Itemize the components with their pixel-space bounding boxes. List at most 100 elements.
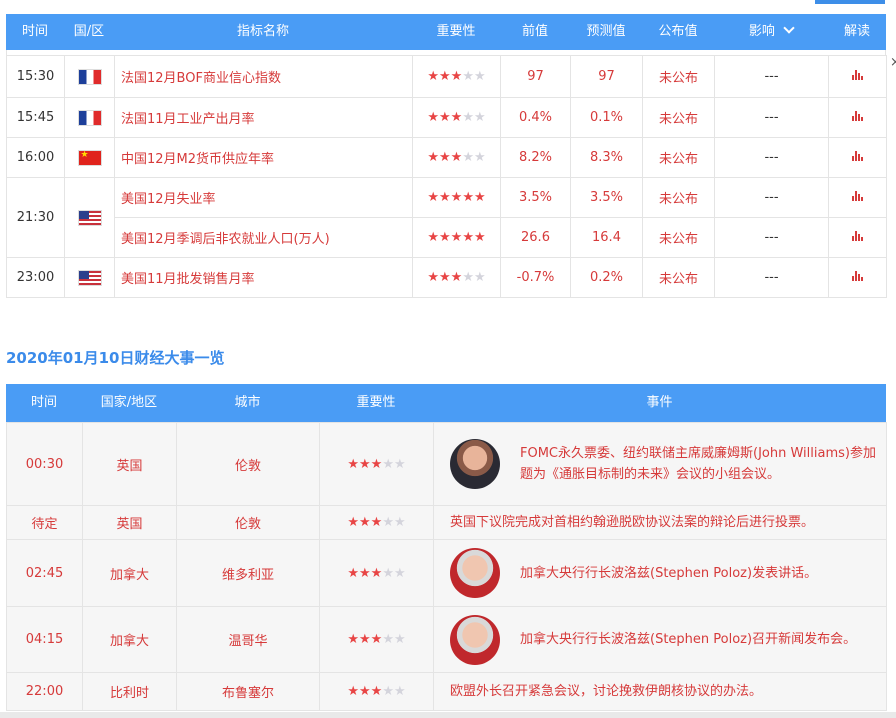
chart-icon[interactable] [852,191,863,201]
close-icon[interactable]: × [890,55,896,70]
row-country [64,55,115,98]
prev-value: 8.2% [500,137,571,178]
star-icon: ★ [473,150,486,165]
event-time: 22:00 [6,672,83,711]
event-text: 欧盟外长召开紧急会议，讨论挽救伊朗核协议的办法。 [450,684,763,699]
calendar-table: 15:30 法国12月BOF商业信心指数 ★★★★★ 97 97 未公布 --- 15:45 法… [6,55,887,298]
chart-icon[interactable] [852,70,863,80]
indicator-link[interactable]: 美国11月批发销售月率 [114,257,413,298]
col-forecast: 预测值 [586,24,626,39]
row-time: 21:30 [6,177,65,258]
event-row: 待定 英国 伦敦 ★★★★★ 英国下议院完成对首相约翰逊脱欧协议法案的辩论后进行投票。 [6,505,887,540]
forecast-value: 8.3% [570,137,643,178]
star-icon: ★ [382,515,394,530]
star-icon: ★ [427,230,440,245]
chart-icon[interactable] [852,151,863,161]
chart-icon[interactable] [852,231,863,241]
interpret-button[interactable] [828,97,887,138]
top-button[interactable] [815,0,885,4]
interpret-button[interactable] [828,217,887,258]
forecast-value: 0.1% [570,97,643,138]
event-text: FOMC永久票委、纽约联储主席威廉姆斯(John Williams)参加题为《通… [520,446,876,482]
event-row: 04:15 加拿大 温哥华 ★★★★★ 加拿大央行行长波洛兹(Stephen Poloz… [6,606,887,673]
col-importance: 重要性 [436,24,476,39]
flag-fr-icon [77,109,102,126]
event-cell: 英国下议院完成对首相约翰逊脱欧协议法案的辩论后进行投票。 [433,505,887,540]
indicator-link[interactable]: 美国12月季调后非农就业人口(万人) [114,217,413,258]
indicator-link[interactable]: 中国12月M2货币供应年率 [114,137,413,178]
importance-stars: ★★★★★ [319,539,434,607]
indicator-link[interactable]: 法国12月BOF商业信心指数 [114,55,413,98]
prev-value: -0.7% [500,257,571,298]
chart-icon[interactable] [852,271,863,281]
table-row: 23:00 美国11月批发销售月率 ★★★★★ -0.7% 0.2% 未公布 --- [6,257,887,298]
interpret-button[interactable] [828,55,887,98]
event-country: 加拿大 [82,539,177,607]
star-icon: ★ [439,190,451,205]
impact-value: --- [714,177,829,218]
table-row: 美国12月季调后非农就业人口(万人) ★★★★★ 26.6 16.4 未公布 --- [7,217,887,258]
star-icon: ★ [462,150,474,165]
interpret-button[interactable] [828,177,887,218]
col-event: 事件 [646,395,673,410]
event-time: 04:15 [6,606,83,673]
impact-value: --- [714,55,829,98]
star-icon: ★ [382,632,394,647]
row-time: 16:00 [6,137,65,178]
event-row: 02:45 加拿大 维多利亚 ★★★★★ 加拿大央行行长波洛兹(Stephen Polo… [6,539,887,607]
row-country [64,257,115,298]
chart-icon[interactable] [852,111,863,121]
star-icon: ★ [439,230,451,245]
event-cell: 加拿大央行行长波洛兹(Stephen Poloz)召开新闻发布会。 [433,606,887,673]
events-title: 2020年01月10日财经大事一览 [6,349,225,367]
event-row: 00:30 英国 伦敦 ★★★★★ FOMC永久票委、纽约联储主席威廉姆斯(John W… [6,422,887,506]
prev-value: 0.4% [500,97,571,138]
interpret-button[interactable] [828,257,887,298]
star-icon: ★ [473,110,486,125]
event-text: 英国下议院完成对首相约翰逊脱欧协议法案的辩论后进行投票。 [450,515,815,530]
event-cell: 加拿大央行行长波洛兹(Stephen Poloz)发表讲话。 [433,539,887,607]
prev-value: 26.6 [500,217,571,258]
impact-dropdown[interactable]: 影响 [714,14,828,50]
event-time: 00:30 [6,422,83,506]
prev-value: 97 [500,55,571,98]
event-city: 伦敦 [176,422,320,506]
event-country: 英国 [82,422,177,506]
event-row: 22:00 比利时 布鲁塞尔 ★★★★★ 欧盟外长召开紧急会议，讨论挽救伊朗核协议的办法… [6,672,887,711]
actual-value: 未公布 [642,55,715,98]
indicator-link[interactable]: 法国11月工业产出月率 [114,97,413,138]
importance-stars: ★★★★★ [319,606,434,673]
prev-value: 3.5% [500,177,571,218]
event-text: 加拿大央行行长波洛兹(Stephen Poloz)召开新闻发布会。 [520,632,857,647]
interpret-button[interactable] [828,137,887,178]
indicator-link[interactable]: 美国12月失业率 [114,177,413,218]
star-icon: ★ [427,190,440,205]
star-icon: ★ [370,515,383,530]
star-icon: ★ [473,270,486,285]
star-icon: ★ [382,565,394,581]
star-icon: ★ [347,632,360,647]
table-row: 16:00中国12月M2货币供应年率★★★★★8.2%8.3%未公布--- [6,137,887,178]
event-city: 布鲁塞尔 [176,672,320,711]
horizontal-scrollbar[interactable] [0,712,896,718]
table-row: 15:30 法国12月BOF商业信心指数 ★★★★★ 97 97 未公布 --- [6,55,887,98]
flag-cn-icon [77,149,102,166]
star-icon: ★ [359,632,371,647]
col-importance: 重要性 [356,395,396,410]
importance-stars: ★★★★★ [319,672,434,711]
importance-stars: ★★★★★ [412,55,501,98]
actual-value: 未公布 [642,217,715,258]
events-header: 时间 国家/地区 城市 重要性 事件 [6,384,886,422]
table-row: 15:45 法国11月工业产出月率 ★★★★★ 0.4% 0.1% 未公布 --- [6,97,887,138]
flag-us-icon [77,209,102,226]
actual-value: 未公布 [642,257,715,298]
star-icon: ★ [359,684,371,699]
star-icon: ★ [393,515,406,530]
col-time: 时间 [21,24,48,39]
col-country: 国/区 [73,24,105,39]
col-prev: 前值 [521,24,548,39]
star-icon: ★ [382,684,394,699]
event-country: 加拿大 [82,606,177,673]
event-cell: FOMC永久票委、纽约联储主席威廉姆斯(John Williams)参加题为《通… [433,422,887,506]
star-icon: ★ [347,515,360,530]
